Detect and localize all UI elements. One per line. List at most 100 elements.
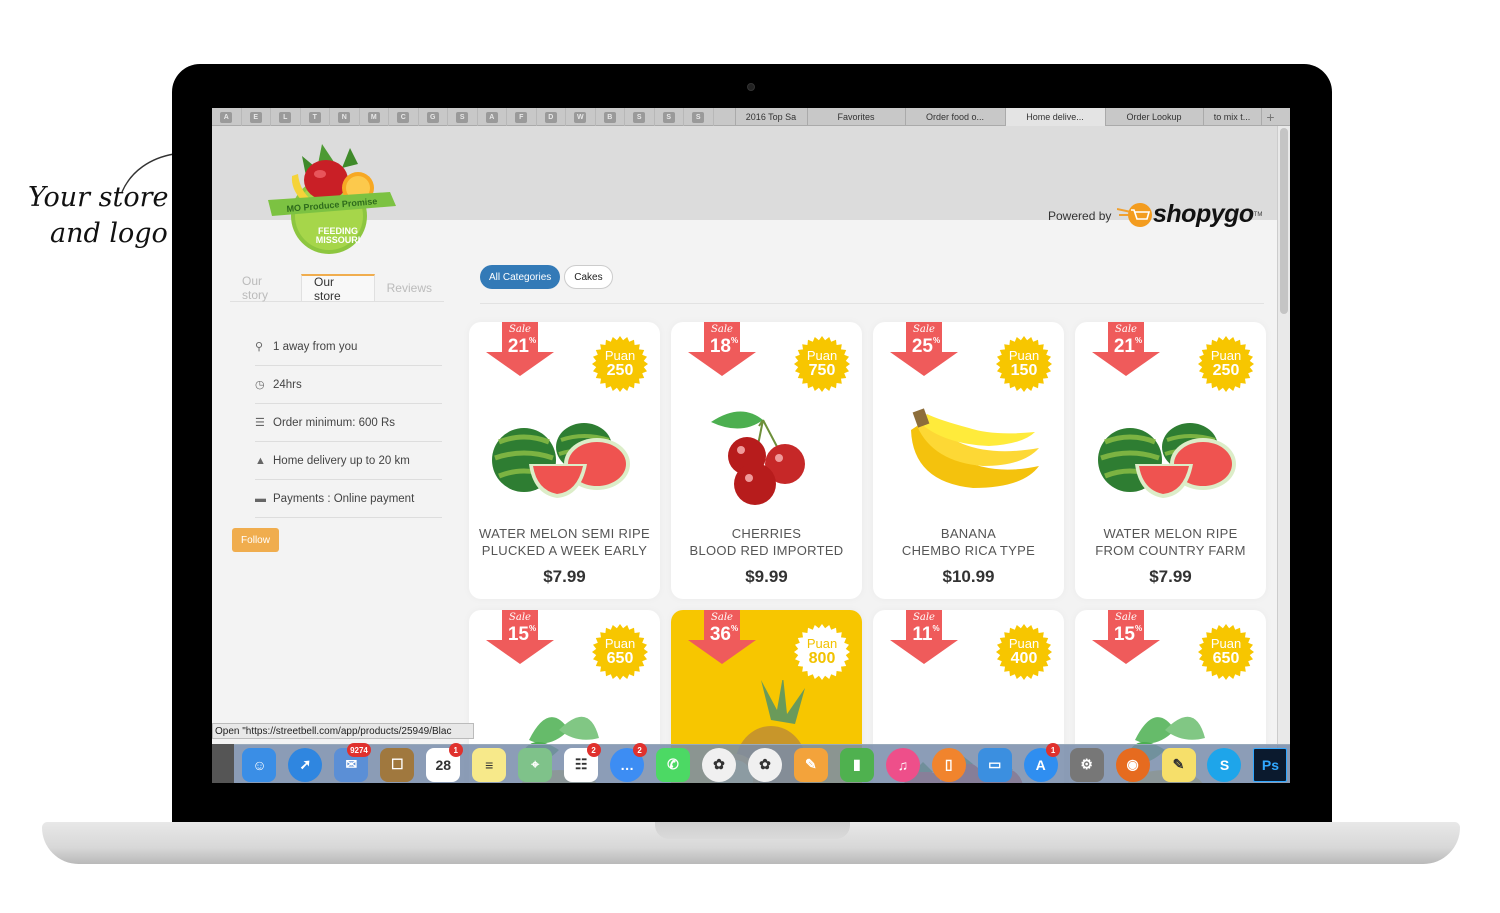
dock-app-notes[interactable]: ≡ xyxy=(470,746,509,783)
dock-app-itunes[interactable]: ♫ xyxy=(883,746,922,783)
product-name-line-1: WATER MELON RIPE xyxy=(1103,526,1238,541)
dock-app-finder[interactable]: ☺ xyxy=(240,746,279,783)
product-card[interactable]: Sale 18% Puan 750 CHERRIES BLOOD RED IMPORTED… xyxy=(671,322,862,599)
percent-sign: % xyxy=(1135,624,1143,633)
pinned-tab[interactable]: A xyxy=(212,108,242,126)
product-card[interactable]: Sale 21% Puan 250 WATER MELON RIPE FROM COUNT… xyxy=(1075,322,1266,599)
tab-our-story[interactable]: Our story xyxy=(230,274,301,302)
pinned-tab[interactable]: E xyxy=(242,108,271,126)
product-price: $10.99 xyxy=(942,567,995,586)
keynote-icon: ▭ xyxy=(977,747,1012,782)
percent-sign: % xyxy=(933,336,941,345)
pinned-tab-favicon-icon: B xyxy=(603,111,616,123)
follow-button[interactable]: Follow xyxy=(232,528,279,552)
tab-reviews[interactable]: Reviews xyxy=(375,274,444,301)
finder-icon: ☺ xyxy=(242,747,277,782)
ibooks-icon: ▯ xyxy=(931,747,966,782)
dock-app-numbers[interactable]: ▮ xyxy=(837,746,876,783)
browser-tab[interactable]: 2016 Top Sa xyxy=(736,108,808,126)
cherries-image[interactable] xyxy=(671,392,862,512)
dock-app-facetime[interactable]: ✆ xyxy=(654,746,693,783)
stickies-icon: ✎ xyxy=(1161,747,1196,782)
browser-tab[interactable]: Order food o... xyxy=(906,108,1006,126)
shopygo-logo[interactable]: shopygo TM xyxy=(1117,200,1262,229)
puan-label: Puan xyxy=(1210,348,1242,363)
product-card[interactable]: Sale 25% Puan 150 BANANA CHEMBO RICA TYPE $10.… xyxy=(873,322,1064,599)
pinned-tab[interactable]: S xyxy=(625,108,655,126)
pinned-tab[interactable]: W xyxy=(566,108,596,126)
product-name[interactable]: WATER MELON RIPE FROM COUNTRY FARM xyxy=(1075,525,1266,559)
product-name[interactable]: WATER MELON SEMI RIPE PLUCKED A WEEK EARL… xyxy=(469,525,660,559)
new-tab-button[interactable]: + xyxy=(1262,108,1280,125)
product-name[interactable]: BANANA CHEMBO RICA TYPE xyxy=(873,525,1064,559)
percent-sign: % xyxy=(1135,336,1143,345)
banana-image[interactable] xyxy=(873,392,1064,512)
pinned-tab[interactable]: F xyxy=(507,108,537,126)
dock-app-maps[interactable]: ⌖ xyxy=(516,746,555,783)
pinned-tab[interactable]: C xyxy=(389,108,419,126)
percent-sign: % xyxy=(731,336,739,345)
dock-app-ibooks[interactable]: ▯ xyxy=(929,746,968,783)
category-divider xyxy=(480,303,1264,304)
photoshop-icon: Ps xyxy=(1253,747,1288,782)
pinned-tab-favicon-icon: D xyxy=(544,111,557,123)
puan-points: 250 xyxy=(1212,362,1240,379)
discount-value: 15 xyxy=(1113,624,1135,645)
puan-points: 400 xyxy=(1010,650,1038,667)
browser-tab[interactable]: to mix t... xyxy=(1204,108,1262,126)
dock-app-photos-2[interactable]: ✿ xyxy=(745,746,784,783)
page-scrollbar[interactable] xyxy=(1277,126,1290,783)
dock-app-reminders[interactable]: ☷ 2 xyxy=(562,743,601,783)
category-chip-all-categories[interactable]: All Categories xyxy=(480,265,561,289)
dock-app-skype[interactable]: S xyxy=(1205,746,1244,783)
browser-tab[interactable]: Home delive... xyxy=(1005,108,1106,126)
browser-tab-bar: A E L T N M C G S A F D W B S S S 2016 Top Sa Favorites Ord… xyxy=(212,108,1290,126)
product-name-line-1: WATER MELON SEMI RIPE xyxy=(479,526,650,541)
tab-bar-spacer xyxy=(714,108,736,125)
sale-badge: Sale 15% xyxy=(486,610,554,666)
store-info-text: Order minimum: 600 Rs xyxy=(273,416,396,429)
pinned-tab[interactable]: D xyxy=(537,108,566,126)
store-logo[interactable]: MO Produce Promise FEEDING MISSOURI xyxy=(262,136,397,256)
watermelon-image[interactable] xyxy=(469,392,660,512)
dock-app-photos[interactable]: ✿ xyxy=(700,746,739,783)
pinned-tab[interactable]: S xyxy=(655,108,684,126)
pinned-tab[interactable]: M xyxy=(360,108,389,126)
dock-app-firefox[interactable]: ◉ xyxy=(1113,746,1152,783)
scrollbar-thumb[interactable] xyxy=(1280,128,1288,314)
dock-app-stickies[interactable]: ✎ xyxy=(1159,746,1198,783)
sale-label: Sale xyxy=(711,324,733,335)
dock-app-mail[interactable]: ✉ 9274 xyxy=(332,743,371,783)
tab-our-store[interactable]: Our store xyxy=(301,274,375,303)
dock-app-system-preferences[interactable]: ⚙ xyxy=(1067,746,1106,783)
pinned-tab[interactable]: G xyxy=(419,108,448,126)
brand-name: shopygo xyxy=(1153,200,1254,228)
dock-app-app-store[interactable]: A1 xyxy=(1021,743,1061,783)
product-card[interactable]: Sale 21% Puan 250 WATER MELON SEMI RIPE PLUCK… xyxy=(469,322,660,599)
sale-discount: 15% xyxy=(1106,624,1150,646)
sale-badge: Sale 18% xyxy=(688,322,756,378)
pinned-tab[interactable]: S xyxy=(684,108,714,126)
dock-app-contacts[interactable]: ☐ xyxy=(378,746,417,783)
puan-badge: Puan 250 xyxy=(592,336,648,392)
browser-tab[interactable]: Favorites xyxy=(808,108,906,126)
pinned-tab[interactable]: N xyxy=(330,108,360,126)
watermelon-image[interactable] xyxy=(1075,392,1266,512)
dock-app-safari[interactable]: ➚ xyxy=(286,746,325,783)
category-chip-cakes[interactable]: Cakes xyxy=(564,265,613,289)
pinned-tab[interactable]: A xyxy=(478,108,507,126)
cart-icon xyxy=(1117,202,1152,227)
dock-app-pages[interactable]: ✎ xyxy=(791,746,830,783)
dock-app-keynote[interactable]: ▭ xyxy=(975,746,1014,783)
dock-app-calendar[interactable]: 28 1 xyxy=(424,743,463,783)
pinned-tab[interactable]: T xyxy=(301,108,330,126)
product-name[interactable]: CHERRIES BLOOD RED IMPORTED xyxy=(671,525,862,559)
dock-app-photoshop[interactable]: Ps xyxy=(1251,746,1290,783)
browser-tab[interactable]: Order Lookup xyxy=(1106,108,1204,126)
pinned-tab[interactable]: L xyxy=(271,108,301,126)
dock-app-messages[interactable]: … 2 xyxy=(608,743,647,783)
puan-points: 150 xyxy=(1010,362,1038,379)
pinned-tab[interactable]: S xyxy=(448,108,478,126)
pinned-tab[interactable]: B xyxy=(596,108,625,126)
pinned-tab-favicon-icon: A xyxy=(220,111,233,123)
